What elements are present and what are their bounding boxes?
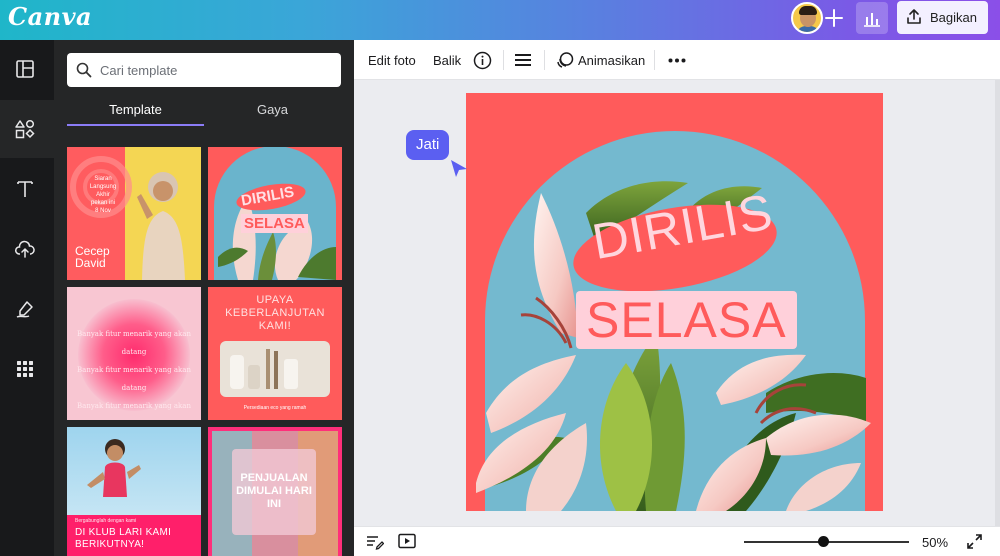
thumb5-cta: DI KLUB LARI KAMI BERIKUTNYA! xyxy=(75,527,172,550)
thumb1-details: Siaran Langsung Akhir pekan ini 8 Nov xyxy=(83,175,123,215)
toolbar-divider xyxy=(654,50,655,70)
more-dots-icon[interactable] xyxy=(668,58,686,63)
shapes-icon xyxy=(15,119,35,139)
left-icon-rail xyxy=(0,40,54,556)
upload-icon xyxy=(907,9,921,24)
user-avatar[interactable] xyxy=(791,2,823,34)
plus-icon xyxy=(825,9,843,27)
notes-icon[interactable] xyxy=(366,534,384,550)
animate-icon[interactable] xyxy=(556,51,574,69)
template-thumb-release[interactable]: DIRILIS SELASA xyxy=(208,147,342,280)
template-thumb-sustainability[interactable]: UPAYA KEBERLANJUTAN KAMI! Persediaan eco… xyxy=(208,287,342,420)
position-lines-icon[interactable] xyxy=(515,53,531,67)
avatar-hair xyxy=(799,6,817,15)
top-bar: Canva Bagikan xyxy=(0,0,1000,40)
edit-photo-button[interactable]: Edit foto xyxy=(368,53,416,68)
vertical-scrollbar[interactable] xyxy=(995,80,1000,526)
invite-plus-button[interactable] xyxy=(820,4,848,32)
rail-uploads-button[interactable] xyxy=(0,220,54,278)
thumb3-text-block: Banyak fitur menarik yang akan datang Ba… xyxy=(69,325,199,420)
present-play-icon[interactable] xyxy=(398,533,416,549)
template-search-input[interactable] xyxy=(100,59,330,81)
toolbar-divider xyxy=(503,50,504,70)
zoom-slider-handle[interactable] xyxy=(818,536,829,547)
template-search[interactable] xyxy=(67,53,341,87)
canva-logo[interactable]: Canva xyxy=(8,2,92,31)
tab-template[interactable]: Template xyxy=(67,102,204,126)
text-icon xyxy=(17,181,33,197)
rail-text-button[interactable] xyxy=(0,160,54,218)
thumb3-line-3: Banyak fitur menarik yang akan datang xyxy=(77,402,191,410)
search-icon xyxy=(76,62,92,78)
zoom-level[interactable]: 50% xyxy=(922,535,948,550)
thumb2-title-2: SELASA xyxy=(241,214,308,233)
layout-icon xyxy=(16,60,34,78)
info-icon[interactable] xyxy=(473,51,492,70)
thumb1-line-4: 8 Nov xyxy=(95,208,111,214)
thumb1-line-3: pekan ini xyxy=(90,200,116,206)
template-thumb-livestream[interactable]: Siaran Langsung Akhir pekan ini 8 Nov Ce… xyxy=(67,147,201,280)
thumb3-line-2: Banyak fitur menarik yang akan datang xyxy=(77,366,191,392)
thumb1-name: Cecep David xyxy=(75,244,110,270)
rail-design-button[interactable] xyxy=(0,40,54,98)
bar-chart-icon xyxy=(864,13,880,27)
share-label: Bagikan xyxy=(930,10,977,25)
template-thumb-features[interactable]: Banyak fitur menarik yang akan datang Ba… xyxy=(67,287,201,420)
collaborator-tag: Jati xyxy=(406,130,450,160)
tab-gaya[interactable]: Gaya xyxy=(204,102,341,126)
template-thumb-sale[interactable]: PENJUALAN DIMULAI HARI INI xyxy=(208,427,342,556)
rail-draw-button[interactable] xyxy=(0,280,54,338)
rail-apps-button[interactable] xyxy=(0,340,54,398)
thumb1-line-1: Siaran Langsung xyxy=(89,176,117,190)
canva-editor: Canva Bagikan Cari template Template Gay… xyxy=(0,0,1000,556)
animate-button[interactable]: Animasikan xyxy=(578,53,645,68)
templates-panel: Template Gaya Siaran Langsung Akhir peka… xyxy=(54,40,354,556)
collaborator-cursor-icon xyxy=(451,160,467,177)
thumb6-heading: PENJUALAN DIMULAI HARI INI xyxy=(236,472,312,510)
active-tab-underline xyxy=(67,124,204,126)
insights-button[interactable] xyxy=(856,2,888,34)
thumb3-line-1: Banyak fitur menarik yang akan datang xyxy=(77,330,191,356)
flip-button[interactable]: Balik xyxy=(433,53,461,68)
bottom-bar: 50% xyxy=(354,526,1000,556)
draw-icon xyxy=(16,301,33,318)
rail-elements-button[interactable] xyxy=(0,100,54,158)
template-thumb-running[interactable]: Bergabunglah dengan kami DI KLUB LARI KA… xyxy=(67,427,201,556)
toolbar-divider xyxy=(544,50,545,70)
share-button[interactable]: Bagikan xyxy=(897,1,988,34)
thumb4-caption: Persediaan eco yang ramah xyxy=(243,405,307,411)
apps-grid-icon xyxy=(17,361,33,377)
cloud-upload-icon xyxy=(15,240,35,258)
thumb5-small: Bergabunglah dengan kami xyxy=(75,518,137,524)
context-toolbar: Edit foto Balik Animasikan xyxy=(354,40,1000,80)
design-title-line-2[interactable]: SELASA xyxy=(576,291,797,349)
thumb1-line-2: Akhir xyxy=(96,192,110,198)
avatar-body xyxy=(796,26,820,32)
fullscreen-icon[interactable] xyxy=(966,533,983,550)
thumb4-heading: UPAYA KEBERLANJUTAN KAMI! xyxy=(225,294,325,332)
